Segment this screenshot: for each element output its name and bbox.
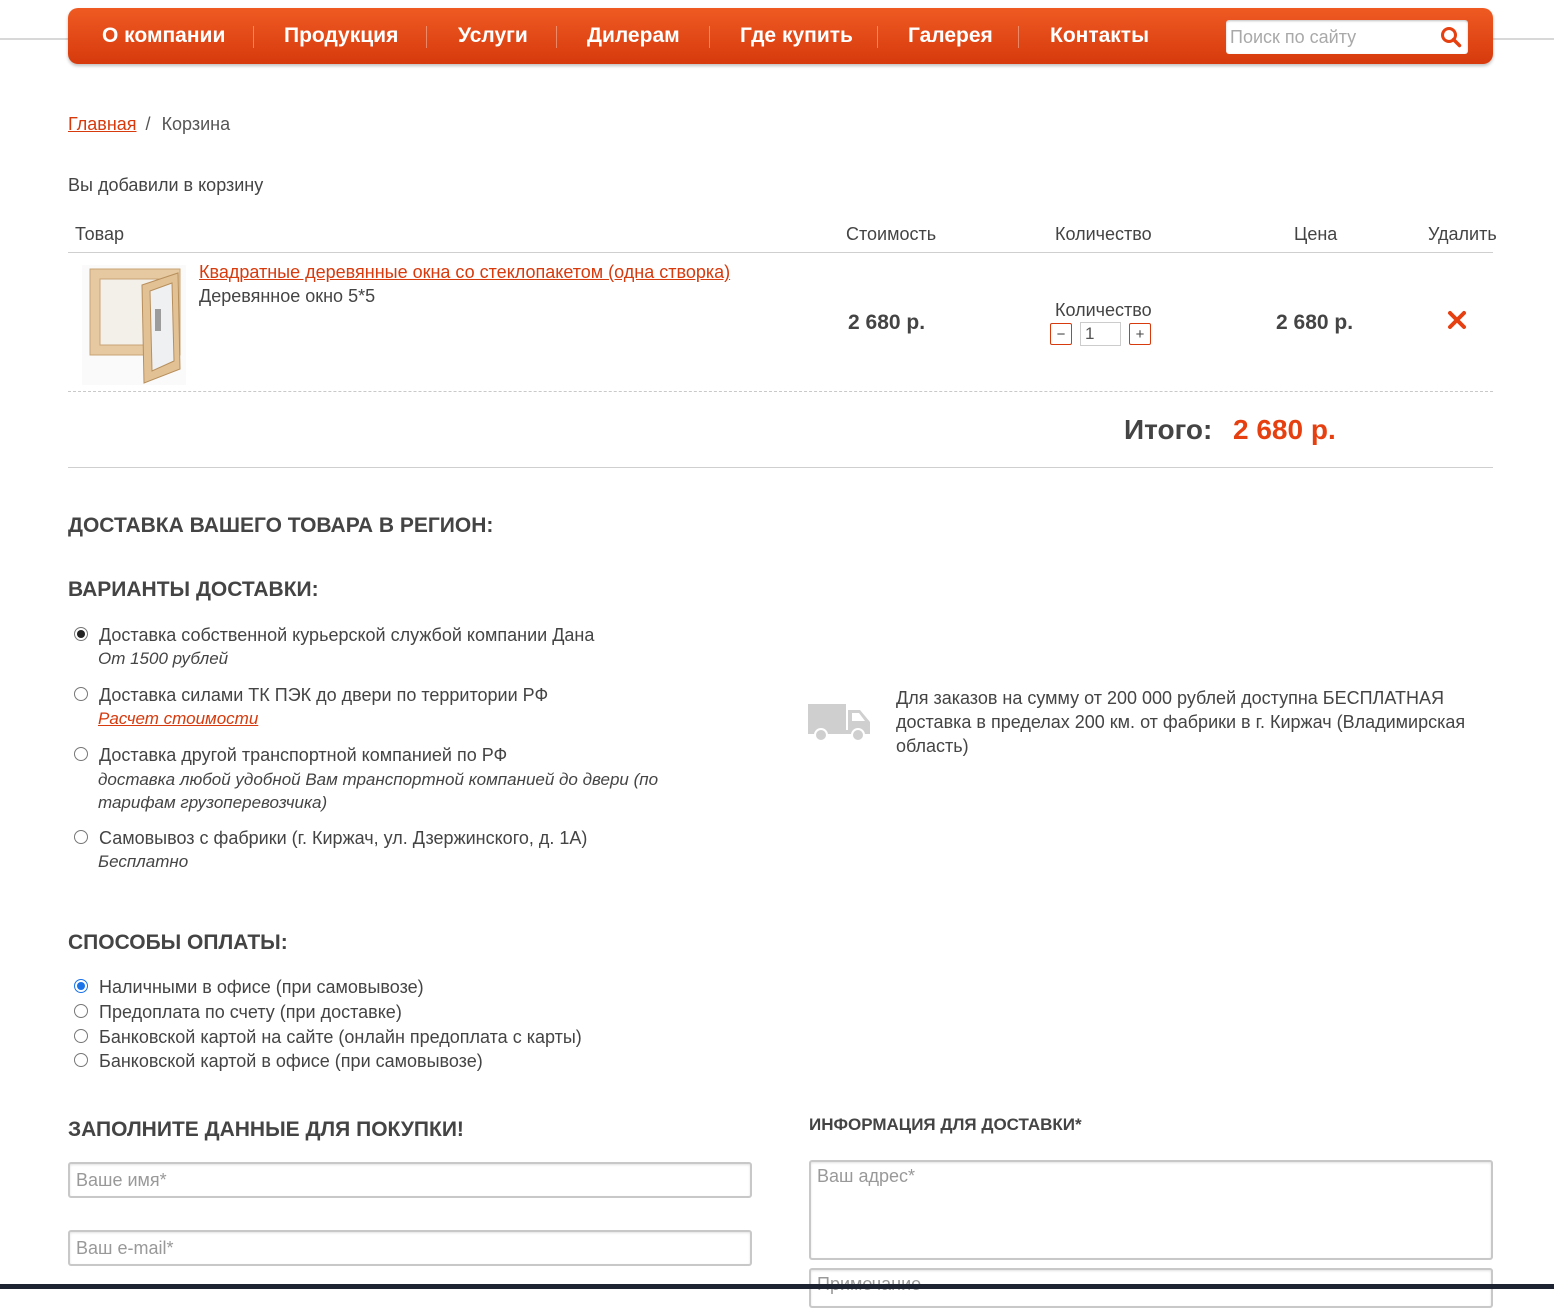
table-header-divider	[68, 252, 1493, 253]
product-thumbnail[interactable]	[82, 265, 186, 385]
free-delivery-note: Для заказов на сумму от 200 000 рублей д…	[896, 688, 1466, 756]
product-subtitle: Деревянное окно 5*5	[199, 286, 376, 306]
quantity-input[interactable]	[1080, 322, 1121, 346]
payment-option-radio[interactable]	[74, 1053, 88, 1067]
product-price: 2 680 р.	[1276, 311, 1354, 334]
payment-option-label[interactable]: Банковской картой на сайте (онлайн предо…	[99, 1027, 582, 1048]
payment-option-radio[interactable]	[74, 1029, 88, 1043]
delivery-option-label[interactable]: Самовывоз с фабрики (г. Киржач, ул. Дзер…	[99, 828, 587, 849]
product-name-link[interactable]: Квадратные деревянные окна со стеклопаке…	[199, 262, 730, 283]
quantity-increase-button[interactable]: +	[1129, 323, 1151, 345]
delivery-option-note: Бесплатно	[98, 852, 189, 871]
search-icon[interactable]	[1440, 26, 1462, 48]
payment-option-label[interactable]: Наличными в офисе (при самовывозе)	[99, 977, 424, 998]
total-value: 2 680 р.	[1233, 414, 1336, 445]
cart-intro: Вы добавили в корзину	[68, 175, 264, 195]
total-divider	[68, 467, 1493, 468]
remove-item-icon[interactable]	[1446, 309, 1468, 331]
delivery-option-radio[interactable]	[74, 830, 88, 844]
payment-option-radio[interactable]	[74, 1004, 88, 1018]
nav-item-products[interactable]: Продукция	[284, 8, 398, 64]
nav-separator	[556, 26, 557, 48]
bottom-bar	[0, 1284, 1554, 1289]
nav-item-gallery[interactable]: Галерея	[908, 8, 993, 64]
delivery-option-radio[interactable]	[74, 687, 88, 701]
address-field[interactable]	[809, 1160, 1493, 1260]
row-divider	[68, 391, 1493, 392]
delivery-option-label[interactable]: Доставка собственной курьерской службой …	[99, 625, 594, 646]
breadcrumb-separator: /	[145, 114, 151, 134]
col-header-quantity: Количество	[1055, 224, 1152, 244]
email-field[interactable]	[68, 1230, 752, 1266]
nav-item-where-to-buy[interactable]: Где купить	[740, 8, 853, 64]
product-cost: 2 680 р.	[848, 311, 926, 334]
nav-item-contacts[interactable]: Контакты	[1050, 8, 1149, 64]
nav-item-services[interactable]: Услуги	[458, 8, 528, 64]
col-header-price: Цена	[1294, 224, 1338, 244]
delivery-region-title: ДОСТАВКА ВАШЕГО ТОВАРА В РЕГИОН:	[68, 514, 494, 537]
payment-option-radio[interactable]	[74, 979, 88, 993]
delivery-option-radio[interactable]	[74, 747, 88, 761]
name-field[interactable]	[68, 1162, 752, 1198]
quantity-label: Количество	[1055, 300, 1152, 320]
quantity-decrease-button[interactable]: −	[1050, 323, 1072, 345]
delivery-option-note: От 1500 рублей	[98, 649, 229, 668]
delivery-options-title: ВАРИАНТЫ ДОСТАВКИ:	[68, 578, 319, 601]
breadcrumb-current: Корзина	[161, 114, 231, 134]
col-header-remove: Удалить	[1428, 224, 1497, 244]
nav-item-about[interactable]: О компании	[102, 8, 225, 64]
col-header-product: Товар	[75, 224, 124, 244]
delivery-option-label[interactable]: Доставка силами ТК ПЭК до двери по терри…	[99, 685, 548, 706]
nav-separator	[877, 26, 878, 48]
col-header-cost: Стоимость	[846, 224, 937, 244]
delivery-option-note: доставка любой удобной Вам транспортной …	[98, 770, 659, 812]
site-search	[1226, 20, 1468, 54]
nav-separator	[253, 26, 254, 48]
nav-separator	[1018, 26, 1019, 48]
nav-item-dealers[interactable]: Дилерам	[587, 8, 680, 64]
truck-icon	[808, 704, 870, 742]
nav-separator	[426, 26, 427, 48]
payment-title: СПОСОБЫ ОПЛАТЫ:	[68, 931, 288, 954]
calculate-cost-link[interactable]: Расчет стоимости	[98, 709, 258, 729]
search-input[interactable]	[1226, 20, 1430, 54]
delivery-option-label[interactable]: Доставка другой транспортной компанией п…	[99, 745, 507, 766]
total-label: Итого:	[1124, 414, 1213, 445]
purchase-form-title: ЗАПОЛНИТЕ ДАННЫЕ ДЛЯ ПОКУПКИ!	[68, 1118, 464, 1141]
payment-option-label[interactable]: Банковской картой в офисе (при самовывоз…	[99, 1051, 483, 1072]
breadcrumb: Главная / Корзина	[68, 114, 230, 135]
nav-separator	[709, 26, 710, 48]
payment-option-label[interactable]: Предоплата по счету (при доставке)	[99, 1002, 402, 1023]
delivery-option-radio[interactable]	[74, 627, 88, 641]
breadcrumb-home-link[interactable]: Главная	[68, 114, 137, 134]
delivery-info-title: ИНФОРМАЦИЯ ДЛЯ ДОСТАВКИ*	[809, 1115, 1082, 1134]
